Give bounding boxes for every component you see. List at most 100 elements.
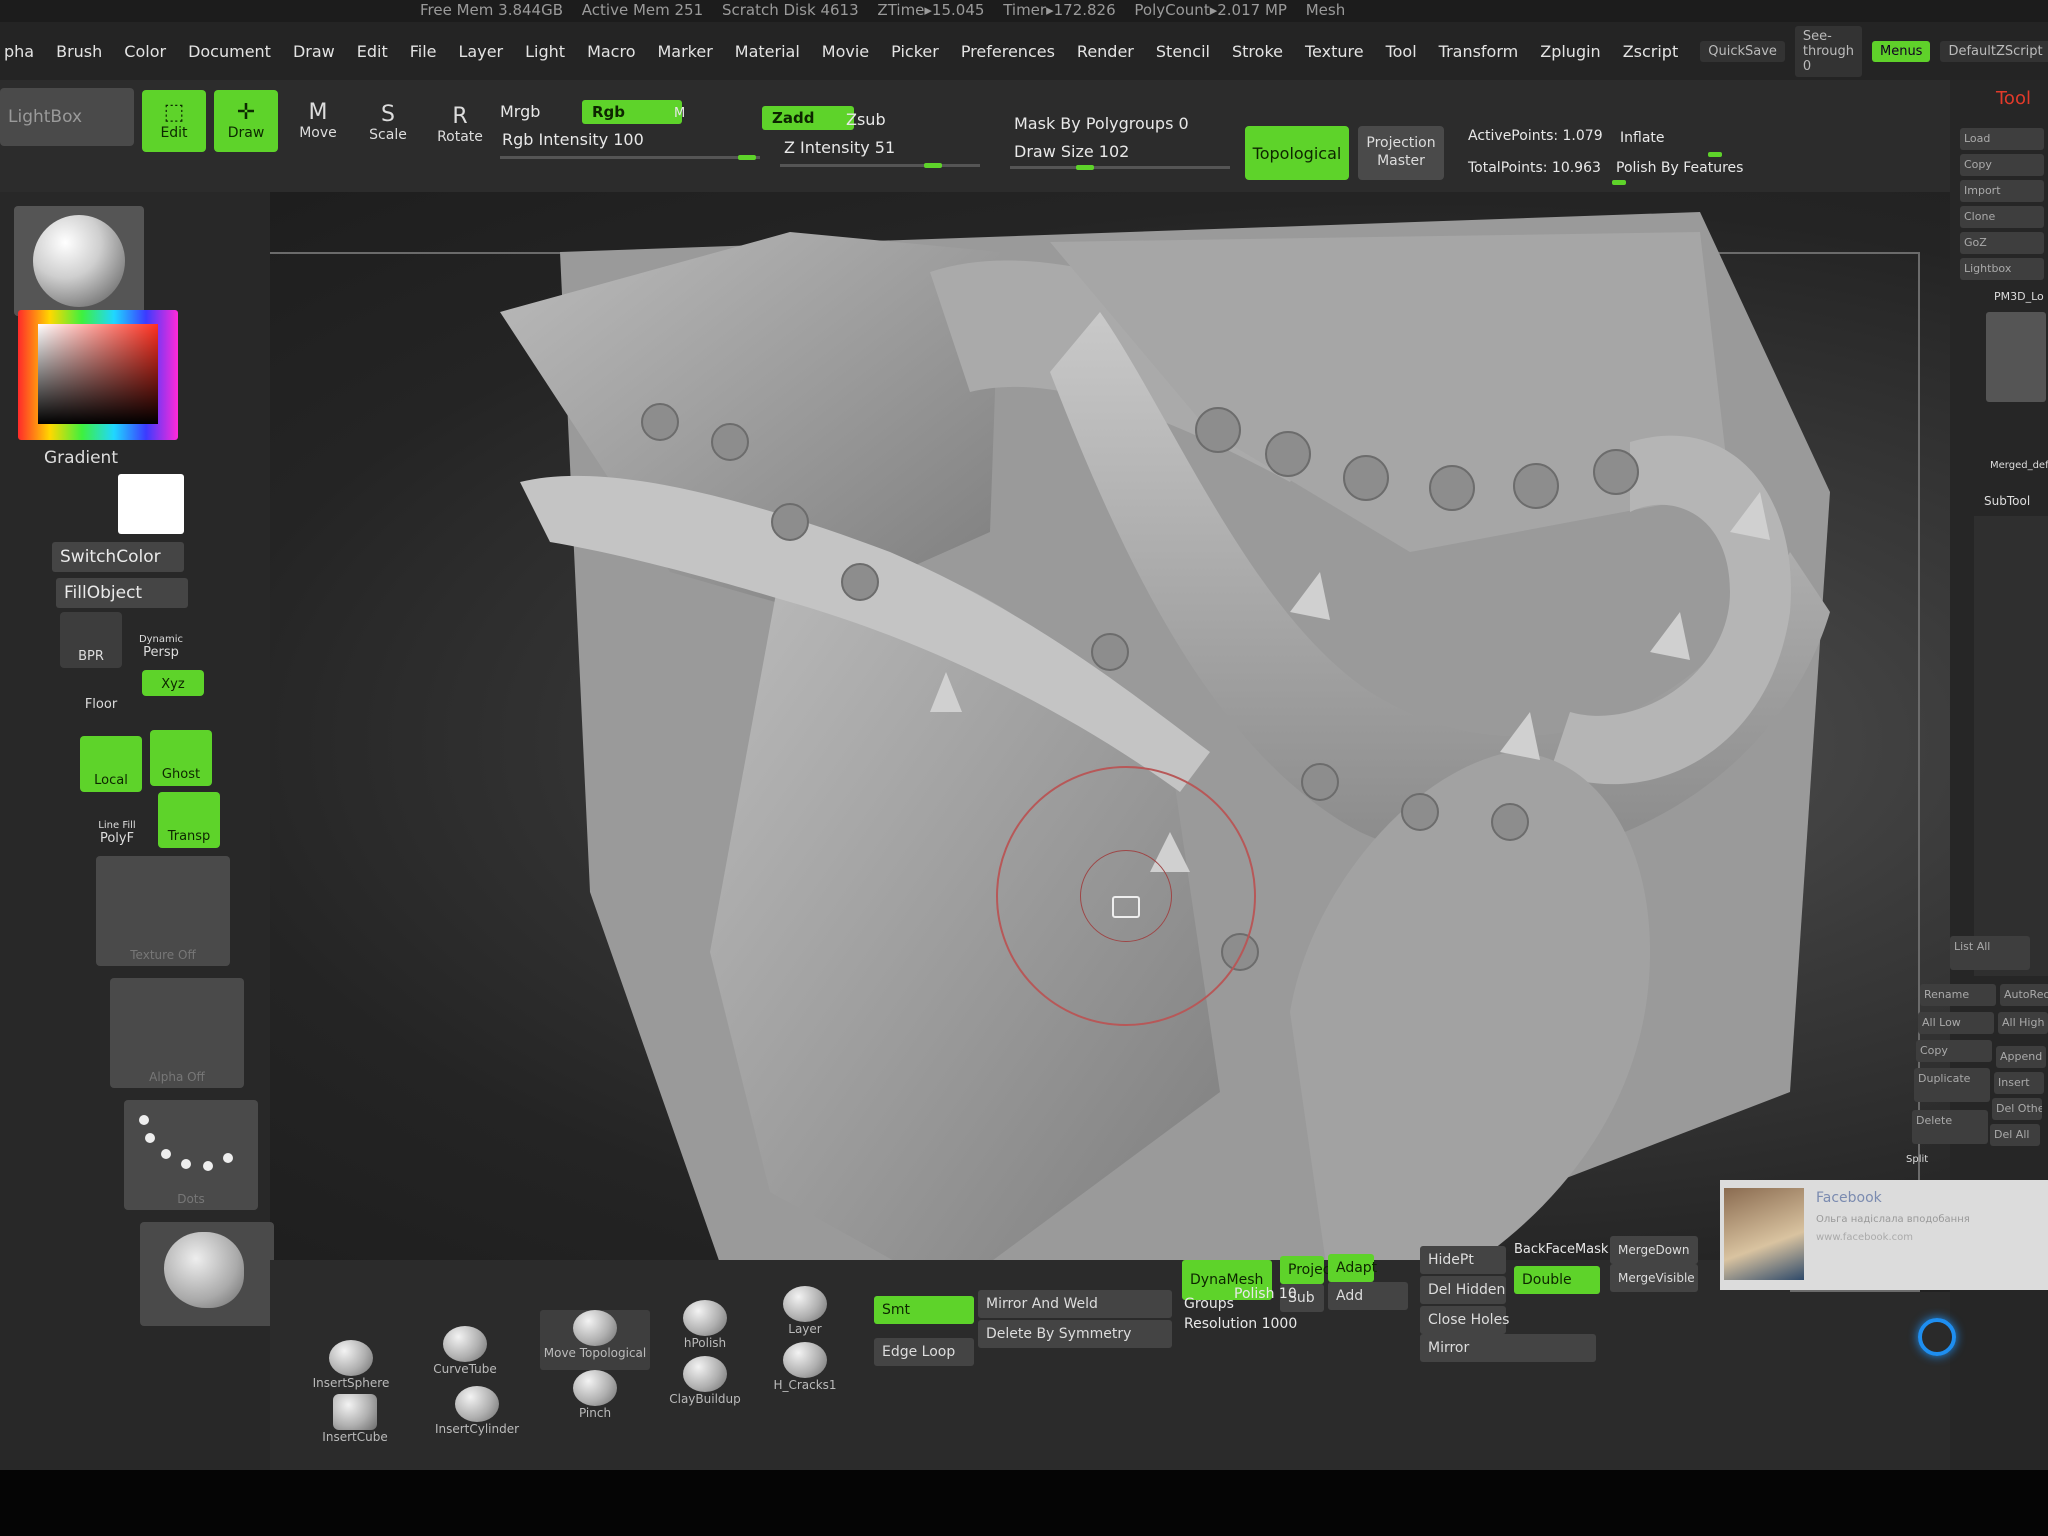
menu-movie[interactable]: Movie	[822, 42, 869, 61]
brush-insertcube[interactable]: InsertCube	[310, 1394, 400, 1454]
tool-copy-button[interactable]: Copy	[1960, 154, 2044, 176]
material-button[interactable]	[14, 206, 144, 316]
menu-zscript[interactable]: Zscript	[1623, 42, 1679, 61]
delete-symmetry-button[interactable]: Delete By Symmetry	[978, 1320, 1172, 1348]
adapt-toggle[interactable]: Adapt	[1328, 1254, 1377, 1282]
brush-claybuildup[interactable]: ClayBuildup	[660, 1356, 750, 1416]
persp-button[interactable]: Dynamic Persp	[130, 608, 192, 664]
menu-edit[interactable]: Edit	[357, 42, 388, 61]
stroke-slot[interactable]: Dots	[124, 1100, 258, 1210]
menu-layer[interactable]: Layer	[459, 42, 504, 61]
rename-button[interactable]: Rename	[1920, 984, 1996, 1006]
menu-transform[interactable]: Transform	[1439, 42, 1519, 61]
brush-hcracks[interactable]: H_Cracks1	[760, 1342, 850, 1402]
brush-curvetube[interactable]: CurveTube	[420, 1326, 510, 1386]
menu-macro[interactable]: Macro	[587, 42, 635, 61]
secondary-color-swatch[interactable]	[118, 474, 184, 534]
menus-toggle[interactable]: Menus	[1871, 40, 1931, 62]
list-all-button[interactable]: List All	[1950, 936, 2030, 970]
facebook-notification[interactable]: Facebook Ольга надіслала вподобання www.…	[1720, 1180, 2048, 1290]
menu-light[interactable]: Light	[525, 42, 565, 61]
inflate-slider[interactable]: Inflate	[1620, 130, 1665, 146]
scale-button[interactable]: S Scale	[356, 92, 420, 154]
menu-texture[interactable]: Texture	[1305, 42, 1364, 61]
brush-layer[interactable]: Layer	[760, 1286, 850, 1346]
draw-size-slider[interactable]: Draw Size 102	[1014, 142, 1129, 161]
rgb-intensity-track[interactable]	[500, 156, 760, 159]
z-intensity-slider[interactable]: Z Intensity 51	[784, 138, 895, 157]
switchcolor-button[interactable]: SwitchColor	[52, 542, 184, 572]
groups-toggle[interactable]: Groups	[1184, 1296, 1234, 1312]
menu-color[interactable]: Color	[124, 42, 166, 61]
subtool-copy-button[interactable]: Copy	[1916, 1040, 1992, 1062]
resolution-slider[interactable]: Resolution 1000	[1184, 1316, 1297, 1332]
projection-master-button[interactable]: Projection Master	[1358, 126, 1444, 180]
split-label[interactable]: Split	[1906, 1154, 1928, 1165]
rotate-button[interactable]: R Rotate	[428, 94, 492, 156]
append-button[interactable]: Append	[1996, 1046, 2046, 1068]
menu-stencil[interactable]: Stencil	[1156, 42, 1210, 61]
mergedown-button[interactable]: MergeDown	[1610, 1236, 1698, 1264]
fillobject-button[interactable]: FillObject	[56, 578, 188, 608]
rgb-intensity-slider[interactable]: Rgb Intensity 100	[502, 130, 644, 149]
menu-preferences[interactable]: Preferences	[961, 42, 1055, 61]
tool-palette-title[interactable]: Tool	[1996, 88, 2031, 109]
subtool-list[interactable]	[1974, 516, 2048, 976]
tool-load-button[interactable]: Load	[1960, 128, 2044, 150]
menu-zplugin[interactable]: Zplugin	[1540, 42, 1600, 61]
canvas-viewport[interactable]	[170, 192, 1950, 1292]
inflate-knob[interactable]	[1708, 152, 1722, 157]
quicksave-button[interactable]: QuickSave	[1700, 40, 1785, 62]
rgb-toggle[interactable]: Rgb	[582, 100, 682, 124]
add-toggle[interactable]: Add	[1328, 1282, 1408, 1310]
menu-material[interactable]: Material	[735, 42, 800, 61]
all-low-button[interactable]: All Low	[1918, 1012, 1994, 1034]
z-intensity-knob[interactable]	[924, 163, 942, 168]
tool-thumbnail[interactable]	[1986, 312, 2046, 402]
bpr-button[interactable]: BPR	[60, 612, 122, 668]
all-high-button[interactable]: All High	[1998, 1012, 2048, 1034]
brush-pinch[interactable]: Pinch	[550, 1370, 640, 1430]
menu-draw[interactable]: Draw	[293, 42, 335, 61]
transp-button[interactable]: Transp	[158, 792, 220, 848]
menu-alpha[interactable]: pha	[4, 42, 34, 61]
polyf-button[interactable]: Line Fill PolyF	[86, 794, 148, 850]
local-button[interactable]: Local	[80, 736, 142, 792]
lightbox-button[interactable]: LightBox	[0, 88, 134, 146]
mirror-weld-button[interactable]: Mirror And Weld	[978, 1290, 1172, 1318]
menu-stroke[interactable]: Stroke	[1232, 42, 1283, 61]
duplicate-button[interactable]: Duplicate	[1914, 1068, 1990, 1102]
default-zscript-button[interactable]: DefaultZScript	[1940, 40, 2048, 62]
move-button[interactable]: M Move	[286, 90, 350, 152]
floor-button[interactable]: Floor	[70, 672, 132, 716]
menu-picker[interactable]: Picker	[891, 42, 939, 61]
mask-polygroups-slider[interactable]: Mask By Polygroups 0	[1014, 114, 1189, 133]
edge-loop-button[interactable]: Edge Loop	[874, 1338, 974, 1366]
polish-slider[interactable]: Polish 10	[1234, 1286, 1297, 1302]
brush-hpolish[interactable]: hPolish	[660, 1300, 750, 1360]
menu-tool[interactable]: Tool	[1386, 42, 1417, 61]
del-hidden-button[interactable]: Del Hidden	[1420, 1276, 1506, 1304]
topological-toggle[interactable]: Topological	[1245, 126, 1349, 180]
menu-brush[interactable]: Brush	[56, 42, 102, 61]
hidept-button[interactable]: HidePt	[1420, 1246, 1506, 1274]
rgb-intensity-knob[interactable]	[738, 155, 756, 160]
see-through-slider[interactable]: See-through 0	[1794, 25, 1862, 77]
backfacemask-toggle[interactable]: BackFaceMask	[1514, 1242, 1608, 1257]
mrgb-toggle[interactable]: Mrgb	[500, 102, 540, 121]
color-picker[interactable]	[18, 310, 178, 440]
brush-insertsphere[interactable]: InsertSphere	[306, 1340, 396, 1400]
smt-toggle[interactable]: Smt	[874, 1296, 974, 1324]
draw-size-knob[interactable]	[1076, 165, 1094, 170]
polish-features-slider[interactable]: Polish By Features	[1616, 160, 1743, 176]
z-intensity-track[interactable]	[780, 164, 980, 167]
menu-render[interactable]: Render	[1077, 42, 1134, 61]
draw-button[interactable]: ✛ Draw	[214, 90, 278, 152]
draw-size-track[interactable]	[1010, 166, 1230, 169]
ghost-button[interactable]: Ghost	[150, 730, 212, 786]
brush-move-topological[interactable]: Move Topological	[540, 1310, 650, 1370]
autoreorder-button[interactable]: AutoReo	[2000, 984, 2048, 1006]
brush-insertcylinder[interactable]: InsertCylinder	[432, 1386, 522, 1446]
zsub-toggle[interactable]: Zsub	[846, 110, 886, 129]
edit-button[interactable]: ⬚ Edit	[142, 90, 206, 152]
